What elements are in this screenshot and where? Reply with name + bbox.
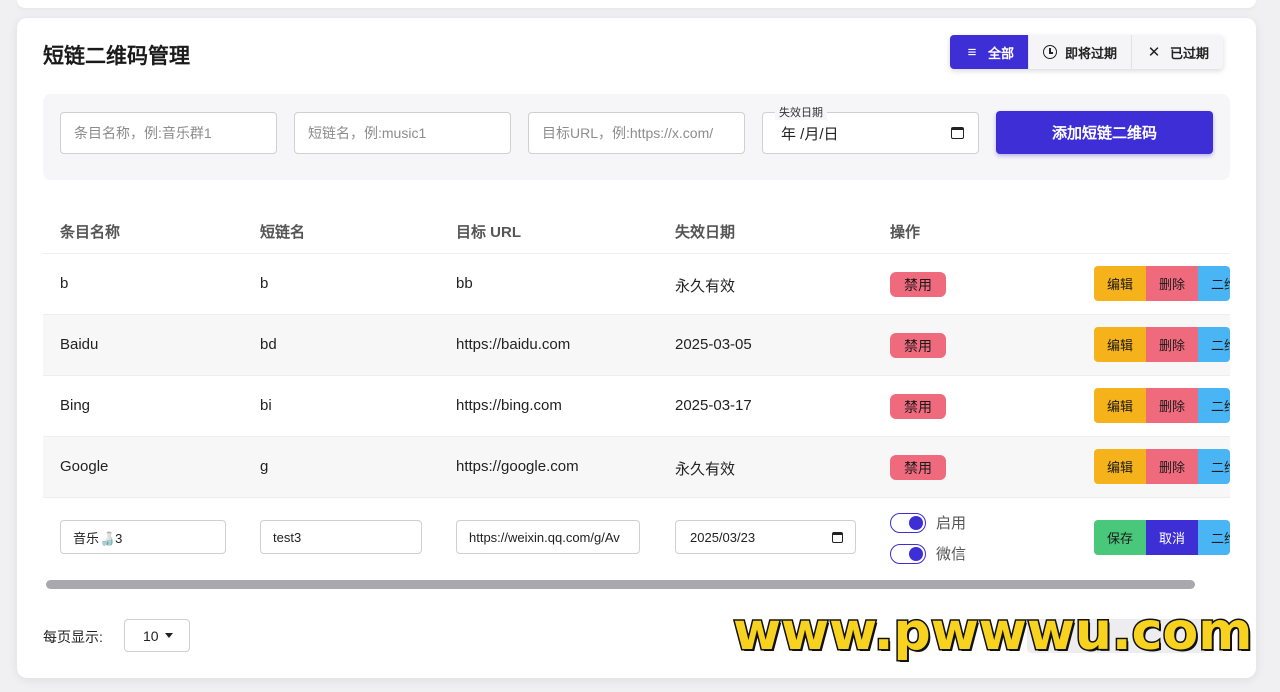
per-page-select[interactable]: 10 bbox=[124, 619, 190, 652]
chevron-down-icon bbox=[164, 633, 173, 638]
cell-expire: 永久有效 bbox=[675, 461, 736, 478]
cell-name: b bbox=[60, 275, 69, 292]
enable-toggle[interactable] bbox=[890, 512, 926, 533]
main-card: 短链二维码管理 ≡ 全部 即将过期 ✕ 已过期 失效日期 年 /月/日 添加短链… bbox=[17, 18, 1256, 678]
add-form-panel: 失效日期 年 /月/日 添加短链二维码 bbox=[43, 94, 1230, 180]
table-row: Baidu bd https://baidu.com 2025-03-05 禁用… bbox=[43, 315, 1230, 376]
cell-expire: 永久有效 bbox=[675, 278, 736, 295]
filter-all-button[interactable]: ≡ 全部 bbox=[950, 35, 1030, 69]
edit-short-input[interactable]: test3 bbox=[260, 520, 422, 554]
add-shortlink-button[interactable]: 添加短链二维码 bbox=[996, 111, 1213, 154]
cell-name: Baidu bbox=[60, 336, 99, 353]
short-name-input[interactable] bbox=[294, 112, 511, 154]
save-button[interactable]: 保存 bbox=[1094, 520, 1146, 555]
calendar-icon[interactable] bbox=[832, 531, 843, 543]
wechat-toggle[interactable] bbox=[890, 543, 926, 564]
edit-button[interactable]: 编辑 bbox=[1094, 449, 1146, 484]
edit-row-actions: 保存 取消 二维 bbox=[1094, 520, 1230, 555]
edit-button[interactable]: 编辑 bbox=[1094, 266, 1146, 301]
filter-expiring-label: 即将过期 bbox=[1065, 45, 1118, 61]
cell-url: https://google.com bbox=[456, 458, 579, 475]
cell-expire: 2025-03-17 bbox=[675, 397, 752, 414]
top-card-edge bbox=[17, 0, 1256, 8]
shortlink-table: 条目名称 短链名 目标 URL 失效日期 操作 b b bb 永久有效 禁用 编… bbox=[43, 204, 1230, 576]
table-header: 条目名称 短链名 目标 URL 失效日期 操作 bbox=[43, 204, 1230, 254]
target-url-input[interactable] bbox=[528, 112, 745, 154]
calendar-icon[interactable] bbox=[951, 127, 964, 139]
menu-lines-icon: ≡ bbox=[967, 43, 977, 61]
page-title: 短链二维码管理 bbox=[43, 45, 190, 68]
expire-date-legend: 失效日期 bbox=[775, 104, 827, 120]
cell-name: Google bbox=[60, 458, 109, 475]
expire-date-value: 年 /月/日 bbox=[781, 125, 839, 143]
horizontal-scrollbar[interactable] bbox=[46, 580, 1195, 589]
per-page-value: 10 bbox=[143, 627, 159, 644]
status-badge[interactable]: 禁用 bbox=[890, 394, 946, 419]
header-short: 短链名 bbox=[260, 224, 306, 241]
qrcode-button[interactable]: 二维 bbox=[1198, 449, 1230, 484]
edit-url-input[interactable]: https://weixin.qq.com/g/Av bbox=[456, 520, 640, 554]
header-expire: 失效日期 bbox=[675, 224, 736, 241]
qrcode-button[interactable]: 二维 bbox=[1198, 388, 1230, 423]
cell-short: bi bbox=[260, 397, 272, 414]
table-row: Google g https://google.com 永久有效 禁用 编辑 删… bbox=[43, 437, 1230, 498]
clock-icon bbox=[1043, 45, 1058, 59]
header-name: 条目名称 bbox=[60, 224, 121, 241]
filter-all-label: 全部 bbox=[988, 45, 1015, 61]
per-page-label: 每页显示: bbox=[43, 629, 103, 645]
cell-expire: 2025-03-05 bbox=[675, 336, 752, 353]
cancel-button[interactable]: 取消 bbox=[1146, 520, 1198, 555]
enable-toggle-label: 启用 bbox=[936, 515, 967, 532]
row-actions: 编辑 删除 二维 bbox=[1094, 266, 1230, 301]
delete-button[interactable]: 删除 bbox=[1146, 388, 1198, 423]
table-row: b b bb 永久有效 禁用 编辑 删除 二维 bbox=[43, 254, 1230, 315]
status-badge[interactable]: 禁用 bbox=[890, 272, 946, 297]
edit-expire-value: 2025/03/23 bbox=[690, 529, 756, 545]
delete-button[interactable]: 删除 bbox=[1146, 449, 1198, 484]
wechat-toggle-label: 微信 bbox=[936, 546, 967, 563]
status-badge[interactable]: 禁用 bbox=[890, 333, 946, 358]
cell-url: https://baidu.com bbox=[456, 336, 571, 353]
wechat-toggle-row: 微信 bbox=[890, 543, 966, 564]
qrcode-button[interactable]: 二维 bbox=[1198, 520, 1230, 555]
row-actions: 编辑 删除 二维 bbox=[1094, 449, 1230, 484]
cell-url: bb bbox=[456, 275, 473, 292]
edit-name-input[interactable]: 音乐🍶3 bbox=[60, 520, 226, 554]
close-icon: ✕ bbox=[1147, 43, 1161, 61]
enable-toggle-row: 启用 bbox=[890, 512, 966, 533]
qrcode-button[interactable]: 二维 bbox=[1198, 327, 1230, 362]
expire-date-input[interactable]: 失效日期 年 /月/日 bbox=[762, 104, 979, 154]
table-row: Bing bi https://bing.com 2025-03-17 禁用 编… bbox=[43, 376, 1230, 437]
delete-button[interactable]: 删除 bbox=[1146, 327, 1198, 362]
filter-expiring-button[interactable]: 即将过期 bbox=[1029, 35, 1133, 69]
edit-button[interactable]: 编辑 bbox=[1094, 327, 1146, 362]
cell-short: b bbox=[260, 275, 269, 292]
cell-name: Bing bbox=[60, 397, 91, 414]
filter-expired-label: 已过期 bbox=[1170, 45, 1210, 61]
delete-button[interactable]: 删除 bbox=[1146, 266, 1198, 301]
filter-group: ≡ 全部 即将过期 ✕ 已过期 bbox=[950, 35, 1224, 69]
filter-expired-button[interactable]: ✕ 已过期 bbox=[1132, 35, 1223, 69]
status-badge[interactable]: 禁用 bbox=[890, 455, 946, 480]
cell-short: bd bbox=[260, 336, 277, 353]
row-actions: 编辑 删除 二维 bbox=[1094, 327, 1230, 362]
header-url: 目标 URL bbox=[456, 224, 521, 241]
cell-url: https://bing.com bbox=[456, 397, 562, 414]
edit-button[interactable]: 编辑 bbox=[1094, 388, 1146, 423]
table-row-editing: 音乐🍶3 test3 https://weixin.qq.com/g/Av 20… bbox=[43, 498, 1230, 576]
watermark: www.pwwwu.com bbox=[731, 602, 1253, 662]
header-actions: 操作 bbox=[890, 224, 921, 241]
name-input[interactable] bbox=[60, 112, 277, 154]
row-actions: 编辑 删除 二维 bbox=[1094, 388, 1230, 423]
cell-short: g bbox=[260, 458, 269, 475]
edit-expire-input[interactable]: 2025/03/23 bbox=[675, 520, 856, 554]
qrcode-button[interactable]: 二维 bbox=[1198, 266, 1230, 301]
